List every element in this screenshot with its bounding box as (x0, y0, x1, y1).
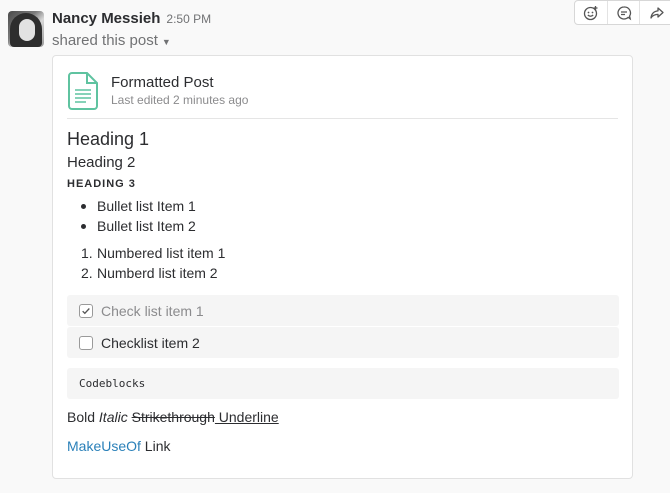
code-block: Codeblocks (67, 368, 619, 399)
share-icon[interactable] (640, 1, 670, 24)
comment-icon[interactable] (608, 1, 641, 24)
caret-down-icon[interactable]: ▼ (162, 37, 171, 47)
italic-text: Italic (98, 409, 128, 425)
checkbox-unchecked[interactable] (79, 335, 93, 350)
strikethrough-text: Strikethrough (131, 409, 215, 425)
checkbox-checked[interactable] (79, 303, 93, 318)
list-item: 1. Numbered list item 1 (81, 243, 225, 263)
list-item: Bullet list Item 1 (81, 196, 196, 216)
makeuseof-link[interactable]: MakeUseOf (67, 438, 141, 454)
post-title[interactable]: Formatted Post (111, 74, 214, 91)
formatted-text-line: Bold Italic Strikethrough Underline (67, 409, 279, 425)
message-timestamp[interactable]: 2:50 PM (166, 12, 211, 26)
list-text: Numbered list item 1 (97, 245, 226, 261)
checklist-item: Checklist item 2 (67, 327, 619, 358)
message-header: Nancy Messieh 2:50 PM (52, 10, 211, 27)
bullet-list: Bullet list Item 1 Bullet list Item 2 (81, 196, 196, 236)
shared-text: shared this post (52, 32, 158, 49)
shared-post-label[interactable]: shared this post ▼ (52, 32, 171, 49)
post-last-edited: Last edited 2 minutes ago (111, 93, 249, 107)
bold-text: Bold (67, 409, 96, 425)
underline-text: Underline (214, 409, 279, 425)
list-number: 1. (81, 245, 93, 261)
checklist-item: Check list item 1 (67, 295, 619, 326)
list-item: Bullet list Item 2 (81, 216, 196, 236)
checklist-label: Check list item 1 (101, 302, 204, 319)
message-actions (574, 0, 670, 25)
heading-1: Heading 1 (67, 129, 150, 149)
heading-3: HEADING 3 (67, 178, 136, 190)
list-number: 2. (81, 265, 93, 281)
list-item: 2. Numberd list item 2 (81, 263, 225, 283)
link-line: MakeUseOf Link (67, 438, 171, 454)
numbered-list: 1. Numbered list item 1 2. Numberd list it… (81, 243, 225, 283)
divider (67, 118, 618, 119)
avatar[interactable] (8, 11, 44, 47)
list-text: Numberd list item 2 (97, 265, 218, 281)
checkmark-icon (82, 307, 90, 314)
add-reaction-icon[interactable] (575, 1, 608, 24)
link-suffix-text: Link (140, 438, 171, 454)
document-icon (68, 72, 98, 110)
heading-2: Heading 2 (67, 154, 136, 171)
post-card[interactable]: Formatted Post Last edited 2 minutes ago… (52, 55, 633, 479)
checklist-label: Checklist item 2 (101, 334, 200, 351)
author-name[interactable]: Nancy Messieh (52, 10, 160, 27)
